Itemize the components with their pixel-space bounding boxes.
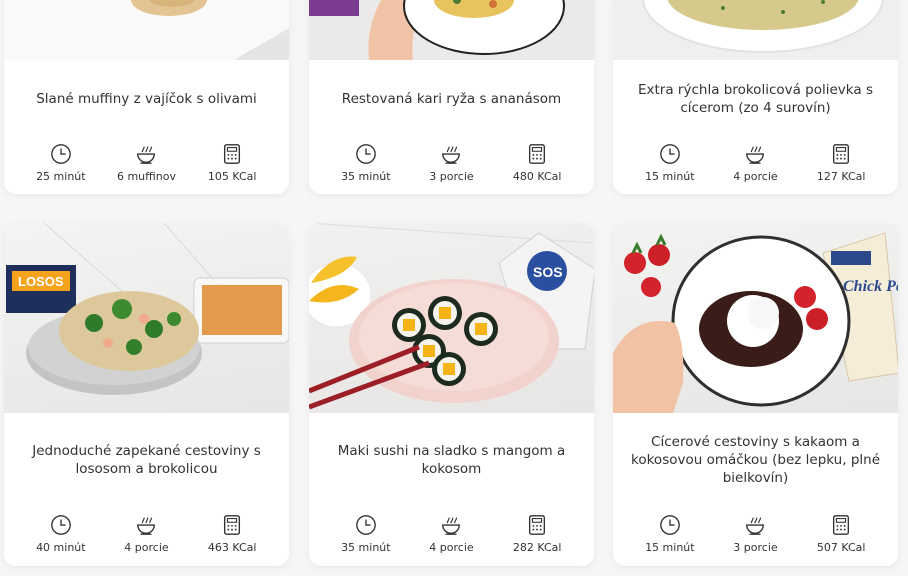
bowl-icon xyxy=(137,146,156,164)
kcal-value: 480 KCal xyxy=(512,170,562,183)
recipe-title[interactable]: Extra rýchla brokolicová polievka s cíce… xyxy=(627,81,884,117)
portions-info: 3 porcie xyxy=(411,143,491,187)
recipe-meta: 25 minút 6 muffinov 105 KCal xyxy=(4,143,289,187)
clock-icon xyxy=(50,144,71,164)
recipe-title[interactable]: Slané muffiny z vajíčok s olivami xyxy=(18,90,275,108)
recipe-image[interactable]: SOS xyxy=(309,223,594,413)
time-info: 40 minút xyxy=(21,514,101,558)
recipe-image[interactable]: LOSOS xyxy=(4,223,289,413)
recipe-title[interactable]: Jednoduché zapekané cestoviny s lososom … xyxy=(18,442,275,478)
bowl-icon xyxy=(442,517,461,535)
recipe-meta: 15 minút 4 porcie 127 KCal xyxy=(613,143,898,187)
package-label: LOSOS xyxy=(18,274,64,289)
time-value: 15 minút xyxy=(645,170,695,183)
time-info: 15 minút xyxy=(630,143,710,187)
recipe-meta: 35 minút 3 porcie 480 KCal xyxy=(309,143,594,187)
portions-value: 3 porcie xyxy=(733,541,778,554)
time-info: 25 minút xyxy=(21,143,101,187)
portions-info: 6 muffinov xyxy=(106,143,186,187)
recipe-card[interactable]: Slané muffiny z vajíčok s olivami 25 min… xyxy=(4,0,289,194)
kcal-value: 507 KCal xyxy=(816,541,866,554)
bowl-icon xyxy=(746,517,765,535)
kcal-info: 507 KCal xyxy=(801,514,881,558)
bowl-icon xyxy=(746,146,765,164)
kcal-info: 463 KCal xyxy=(192,514,272,558)
bowl-icon xyxy=(442,146,461,164)
recipe-card[interactable]: Extra rýchla brokolicová polievka s cíce… xyxy=(613,0,898,194)
recipe-meta: 15 minút 3 porcie 507 KCal xyxy=(613,514,898,558)
recipe-grid: Slané muffiny z vajíčok s olivami 25 min… xyxy=(0,0,908,576)
time-value: 15 minút xyxy=(645,541,695,554)
recipe-title[interactable]: Maki sushi na sladko s mangom a kokosom xyxy=(323,442,580,478)
portions-value: 4 porcie xyxy=(733,170,778,183)
portions-value: 3 porcie xyxy=(429,170,474,183)
kcal-value: 105 KCal xyxy=(207,170,257,183)
clock-icon xyxy=(659,144,680,164)
calculator-icon xyxy=(224,515,241,535)
time-value: 40 minút xyxy=(36,541,86,554)
portions-info: 4 porcie xyxy=(411,514,491,558)
recipe-image[interactable] xyxy=(4,0,289,60)
time-info: 35 minút xyxy=(326,514,406,558)
clock-icon xyxy=(355,144,376,164)
portions-value: 4 porcie xyxy=(429,541,474,554)
clock-icon xyxy=(355,515,376,535)
clock-icon xyxy=(659,515,680,535)
recipe-image[interactable]: Chick Pea xyxy=(613,223,898,413)
portions-value: 6 muffinov xyxy=(116,170,176,183)
portions-info: 4 porcie xyxy=(715,143,795,187)
calculator-icon xyxy=(833,144,850,164)
recipe-card[interactable]: Chick Pea Cícerové cestoviny s kakaom a … xyxy=(613,223,898,566)
kcal-info: 282 KCal xyxy=(497,514,577,558)
calculator-icon xyxy=(529,515,546,535)
recipe-card[interactable]: Restovaná kari ryža s ananásom 35 minút … xyxy=(309,0,594,194)
package-label: SOS xyxy=(533,264,563,280)
calculator-icon xyxy=(529,144,546,164)
time-value: 25 minút xyxy=(36,170,86,183)
kcal-info: 127 KCal xyxy=(801,143,881,187)
recipe-title[interactable]: Cícerové cestoviny s kakaom a kokosovou … xyxy=(627,433,884,487)
recipe-card[interactable]: SOS Maki sushi na sladko s mangom a koko… xyxy=(309,223,594,566)
kcal-info: 480 KCal xyxy=(497,143,577,187)
recipe-card[interactable]: LOSOS Jednoduché zapekané cestoviny s lo… xyxy=(4,223,289,566)
bowl-icon xyxy=(137,517,156,535)
recipe-meta: 35 minút 4 porcie 282 KCal xyxy=(309,514,594,558)
time-info: 35 minút xyxy=(326,143,406,187)
time-value: 35 minút xyxy=(341,541,391,554)
calculator-icon xyxy=(224,144,241,164)
kcal-info: 105 KCal xyxy=(192,143,272,187)
portions-info: 4 porcie xyxy=(106,514,186,558)
time-value: 35 minút xyxy=(341,170,391,183)
kcal-value: 463 KCal xyxy=(207,541,257,554)
recipe-image[interactable] xyxy=(309,0,594,60)
package-label: Chick Pea xyxy=(843,278,898,295)
recipe-image[interactable] xyxy=(613,0,898,60)
clock-icon xyxy=(50,515,71,535)
time-info: 15 minút xyxy=(630,514,710,558)
kcal-value: 127 KCal xyxy=(816,170,866,183)
recipe-title[interactable]: Restovaná kari ryža s ananásom xyxy=(323,90,580,108)
portions-info: 3 porcie xyxy=(715,514,795,558)
portions-value: 4 porcie xyxy=(124,541,169,554)
recipe-meta: 40 minút 4 porcie 463 KCal xyxy=(4,514,289,558)
kcal-value: 282 KCal xyxy=(512,541,562,554)
calculator-icon xyxy=(833,515,850,535)
